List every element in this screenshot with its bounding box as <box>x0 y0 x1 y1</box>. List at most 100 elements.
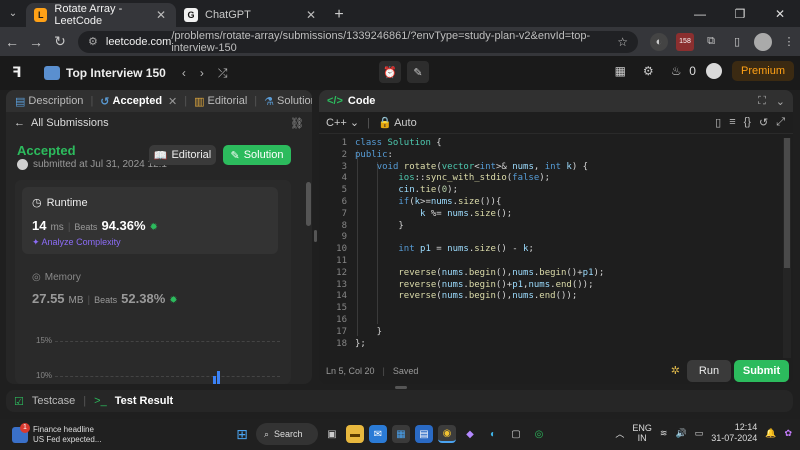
tab-solutions[interactable]: ⚗Solutions <box>261 95 312 108</box>
task-view-icon[interactable]: ▣ <box>323 425 341 443</box>
store-bag-icon[interactable]: ▢ <box>507 425 525 443</box>
bookmark-star-icon[interactable]: ☆ <box>617 35 628 49</box>
fullscreen-icon[interactable]: ⛶ <box>758 95 766 108</box>
minimize-button[interactable]: — <box>680 0 720 27</box>
app-icon[interactable]: ◆ <box>461 425 479 443</box>
editorial-button[interactable]: 📖 Editorial <box>149 145 216 165</box>
new-tab-button[interactable]: + <box>326 3 352 27</box>
collapse-icon[interactable]: ⌄ <box>776 95 785 108</box>
address-bar[interactable]: ⚙ leetcode.com/problems/rotate-array/sub… <box>78 30 638 54</box>
close-window-button[interactable]: ✕ <box>760 0 800 27</box>
tab-editorial[interactable]: ▥ Editorial <box>191 95 250 108</box>
leetcode-header: ꟻ Top Interview 150 ‹ › ⤮ ⏰ ✎ ▦ ⚙ ♨ 0 Pr… <box>0 56 800 90</box>
horizontal-splitter-handle[interactable] <box>395 386 407 389</box>
leetcode-logo-icon[interactable]: ꟻ <box>12 64 30 82</box>
battery-icon[interactable]: ▭ <box>695 428 704 439</box>
bookmark-icon[interactable]: ▯ <box>715 116 721 129</box>
extension-badge-icon[interactable]: 158 <box>676 32 694 51</box>
line-number: 4 <box>341 173 347 184</box>
layout-grid-icon[interactable]: ▦ <box>611 62 629 80</box>
code-text[interactable]: class Solution { public: void rotate(vec… <box>355 138 604 350</box>
browser-tab-chatgpt[interactable]: G ChatGPT ✕ <box>176 3 326 27</box>
analyze-complexity-link[interactable]: ✦ Analyze Complexity <box>32 237 121 248</box>
tab-search-icon[interactable]: ⌄ <box>0 0 26 27</box>
volume-icon[interactable]: 🔊 <box>675 428 686 439</box>
copilot-icon[interactable]: ✿ <box>784 428 792 439</box>
news-widget[interactable]: 1 Finance headline US Fed expected... <box>12 422 101 445</box>
timer-icon[interactable]: ⏰ <box>379 61 401 83</box>
close-tab-icon[interactable]: ✕ <box>306 8 316 22</box>
back-arrow-icon[interactable]: ← <box>14 117 25 129</box>
tab-accepted[interactable]: ↺ Accepted ✕ <box>97 95 180 108</box>
code-editor[interactable]: 1 2 3 4 5 6 7 8 9 10 11 12 13 14 15 16 17 18 class Soluti… <box>319 138 793 358</box>
user-avatar[interactable] <box>705 63 722 79</box>
windows-start-icon[interactable]: ⊞ <box>233 425 251 443</box>
line-number: 1 <box>341 138 347 148</box>
store-app-icon[interactable]: ▦ <box>392 425 410 443</box>
file-explorer-icon[interactable]: ▬ <box>346 425 364 443</box>
chart-bar[interactable] <box>217 371 220 384</box>
all-submissions-link[interactable]: All Submissions <box>31 117 109 129</box>
settings-icon[interactable]: ⤢ <box>776 116 785 129</box>
note-icon[interactable]: ≡ <box>729 116 735 129</box>
notes-icon[interactable]: ✎ <box>407 61 429 83</box>
tab-testcase[interactable]: Testcase <box>32 395 75 407</box>
whatsapp-app-icon[interactable]: ◎ <box>530 425 548 443</box>
settings-gear-icon[interactable]: ⚙ <box>639 62 657 80</box>
extension-incognito-icon[interactable]: ◐ <box>650 32 668 51</box>
tray-overflow-icon[interactable]: ︿ <box>615 427 624 440</box>
taskbar-search[interactable]: ⌕ Search <box>256 423 318 445</box>
mail-app-icon[interactable]: ▤ <box>415 425 433 443</box>
reload-button[interactable]: ↻ <box>48 30 72 54</box>
site-info-icon[interactable]: ⚙ <box>88 35 98 48</box>
browser-menu-icon[interactable]: ⋮ <box>780 33 798 51</box>
next-problem-icon[interactable]: › <box>200 66 204 81</box>
language-select[interactable]: C++ ⌄ <box>326 116 359 129</box>
wifi-icon[interactable]: ≋ <box>660 428 668 439</box>
debug-icon[interactable]: ✲ <box>671 364 680 377</box>
submitted-at: submitted at Jul 31, 2024 12:1 <box>33 159 167 170</box>
extensions-puzzle-icon[interactable]: ⧉ <box>702 33 720 51</box>
premium-button[interactable]: Premium <box>731 61 794 81</box>
photos-app-icon[interactable]: ✉ <box>369 425 387 443</box>
prev-problem-icon[interactable]: ‹ <box>182 66 186 81</box>
editor-scrollbar[interactable] <box>783 138 791 358</box>
streak-fire-icon[interactable]: ♨ <box>667 62 685 80</box>
browser-tab-leetcode[interactable]: L Rotate Array - LeetCode ✕ <box>26 3 176 27</box>
input-language[interactable]: ENG IN <box>632 423 652 443</box>
chart-bar[interactable] <box>213 376 216 384</box>
tab-description[interactable]: ▤ Description <box>12 95 86 108</box>
url-host: leetcode.com <box>105 35 172 48</box>
close-tab-icon[interactable]: ✕ <box>156 8 166 22</box>
runtime-beats-pct: 94.36% <box>101 218 146 233</box>
forward-button[interactable]: → <box>24 30 48 54</box>
back-button[interactable]: ← <box>0 30 24 54</box>
stats-scroll-area[interactable]: ◷ Runtime 14 ms | Beats 94.36% ✹ ✦ Analyz… <box>15 180 291 384</box>
memory-icon: ◎ <box>32 272 41 283</box>
console-panel: ☑ Testcase | >_ Test Result <box>6 390 793 412</box>
reset-icon[interactable]: ↺ <box>759 116 768 129</box>
close-tab-icon[interactable]: ✕ <box>168 95 177 108</box>
format-braces-icon[interactable]: {} <box>744 116 751 129</box>
system-clock[interactable]: 12:14 31-07-2024 <box>711 422 757 444</box>
run-button[interactable]: Run <box>687 360 731 382</box>
solution-button[interactable]: ✎ Solution <box>223 145 291 165</box>
memory-beats-pct: 52.38% <box>121 291 166 306</box>
vertical-splitter-handle[interactable] <box>314 230 317 242</box>
profile-avatar[interactable] <box>754 32 772 51</box>
stats-scrollbar[interactable] <box>305 182 312 382</box>
link-icon[interactable]: ⛓ <box>290 117 304 130</box>
maximize-button[interactable]: ❐ <box>720 0 760 27</box>
chrome-app-icon[interactable]: ◉ <box>438 425 456 443</box>
sidebar-icon[interactable]: ▯ <box>728 33 746 51</box>
tab-test-result[interactable]: Test Result <box>115 395 173 407</box>
runtime-card[interactable]: ◷ Runtime 14 ms | Beats 94.36% ✹ ✦ Analyz… <box>22 187 278 254</box>
auto-mode-toggle[interactable]: 🔒 Auto <box>378 116 417 129</box>
notification-bell-icon[interactable]: 🔔 <box>765 428 776 439</box>
submit-button[interactable]: Submit <box>734 360 789 382</box>
memory-card[interactable]: ◎ Memory 27.55 MB | Beats 52.38% ✹ <box>22 268 278 314</box>
shuffle-icon[interactable]: ⤮ <box>218 66 228 81</box>
study-plan-title[interactable]: Top Interview 150 <box>66 66 166 80</box>
edge-app-icon[interactable]: ◐ <box>484 425 502 443</box>
line-number: 6 <box>341 196 347 207</box>
